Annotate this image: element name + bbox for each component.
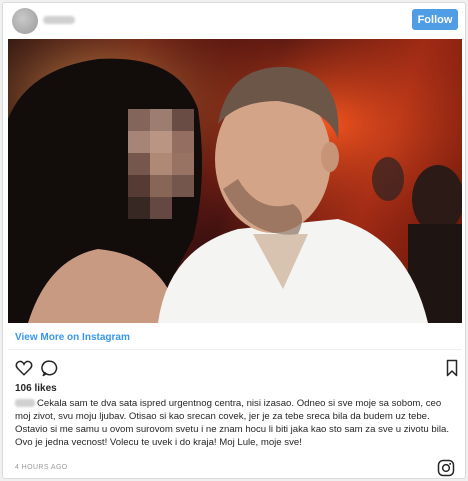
post-header: Follow bbox=[3, 3, 465, 37]
timestamp[interactable]: 4 HOURS AGO bbox=[15, 464, 68, 471]
heart-icon[interactable] bbox=[15, 359, 33, 377]
photo-illustration bbox=[8, 39, 462, 323]
follow-button[interactable]: Follow bbox=[412, 9, 458, 30]
divider bbox=[8, 349, 462, 350]
avatar[interactable] bbox=[12, 8, 38, 34]
caption: Cekala sam te dva sata ispred urgentnog … bbox=[15, 397, 459, 449]
post-photo[interactable] bbox=[8, 39, 462, 323]
view-more-link[interactable]: View More on Instagram bbox=[15, 332, 130, 343]
instagram-logo-icon[interactable] bbox=[437, 459, 455, 477]
caption-username-blurred[interactable] bbox=[15, 399, 35, 407]
bookmark-icon[interactable] bbox=[443, 359, 461, 377]
username-blurred[interactable] bbox=[43, 16, 75, 24]
instagram-embed-card: Follow View More on Instagram 106 likes … bbox=[2, 2, 466, 479]
comment-icon[interactable] bbox=[41, 359, 59, 377]
caption-text: Cekala sam te dva sata ispred urgentnog … bbox=[15, 398, 450, 448]
likes-count[interactable]: 106 likes bbox=[15, 383, 57, 394]
